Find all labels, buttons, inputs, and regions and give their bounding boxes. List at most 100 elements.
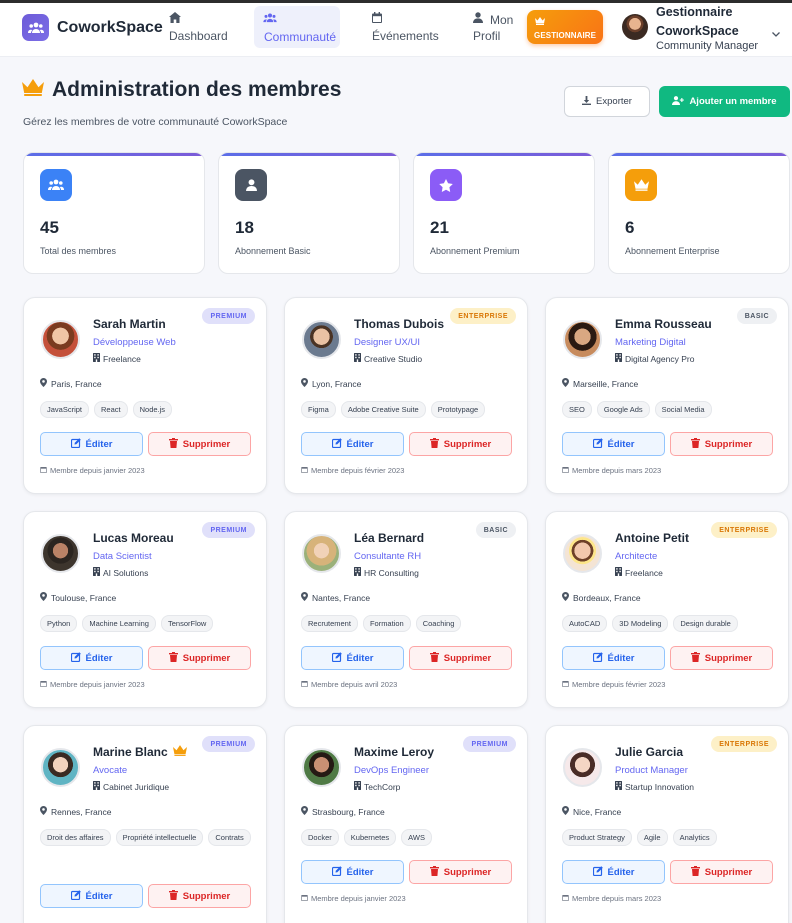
- nav-dashboard[interactable]: Dashboard: [162, 5, 236, 47]
- edit-button[interactable]: Éditer: [562, 646, 665, 670]
- chevron-down-icon[interactable]: [772, 24, 780, 42]
- member-name: Sarah Martin: [93, 317, 166, 331]
- plan-badge: PREMIUM: [463, 736, 516, 752]
- delete-button[interactable]: Supprimer: [670, 432, 773, 456]
- member-name-text: Julie Garcia: [615, 745, 684, 759]
- user-plus-icon: [672, 95, 685, 108]
- stat-value: 45: [40, 218, 59, 237]
- user-role: Community Manager: [656, 40, 759, 52]
- brand[interactable]: CoworkSpace: [22, 14, 163, 41]
- user-icon: [235, 169, 267, 201]
- skill-tags: Droit des affaires Propriété intellectuel…: [40, 829, 254, 846]
- member-company-text: AI Solutions: [103, 567, 149, 578]
- member-card: Lucas Moreau Data Scientist AI Solutions PR…: [23, 511, 267, 708]
- member-company-text: HR Consulting: [364, 567, 419, 578]
- plan-badge: ENTERPRISE: [711, 522, 777, 538]
- building-icon: [93, 781, 100, 792]
- users-icon: [263, 12, 277, 26]
- map-pin-icon: [301, 806, 308, 817]
- member-company: Freelance: [93, 353, 141, 364]
- edit-button-label: Éditer: [346, 438, 374, 450]
- member-role: Développeuse Web: [93, 337, 176, 348]
- building-icon: [354, 567, 361, 578]
- member-since: Membre depuis février 2023: [562, 680, 665, 689]
- member-since: Membre depuis janvier 2023: [40, 466, 145, 475]
- calendar-icon: [562, 466, 569, 475]
- trash-icon: [168, 651, 178, 665]
- stat-accent-bar: [219, 153, 399, 156]
- delete-button-label: Supprimer: [182, 652, 231, 664]
- delete-button-label: Supprimer: [443, 652, 492, 664]
- skill-tag: Recrutement: [301, 615, 358, 632]
- download-icon: [582, 95, 592, 108]
- delete-button[interactable]: Supprimer: [148, 432, 251, 456]
- export-button[interactable]: Exporter: [564, 86, 650, 117]
- edit-button[interactable]: Éditer: [301, 646, 404, 670]
- edit-button[interactable]: Éditer: [40, 646, 143, 670]
- delete-button[interactable]: Supprimer: [670, 860, 773, 884]
- edit-button[interactable]: Éditer: [562, 432, 665, 456]
- crown-icon: [22, 79, 44, 101]
- nav-community[interactable]: Communauté: [254, 6, 340, 48]
- trash-icon: [690, 437, 700, 451]
- delete-button[interactable]: Supprimer: [409, 860, 512, 884]
- member-name: Marine Blanc: [93, 745, 187, 759]
- member-since: Membre depuis février 2023: [301, 466, 404, 475]
- user-avatar[interactable]: [622, 14, 648, 40]
- skill-tag: Contrats: [208, 829, 251, 846]
- stat-value: 6: [625, 218, 635, 237]
- delete-button-label: Supprimer: [704, 866, 753, 878]
- member-company-text: Creative Studio: [364, 353, 423, 364]
- nav-profile-label-1: Mon: [490, 13, 514, 27]
- nav-events[interactable]: Événements: [364, 5, 444, 47]
- edit-button-label: Éditer: [607, 438, 635, 450]
- edit-button[interactable]: Éditer: [301, 432, 404, 456]
- member-company-text: Digital Agency Pro: [625, 353, 695, 364]
- member-name: Léa Bernard: [354, 531, 424, 545]
- edit-button[interactable]: Éditer: [40, 884, 143, 908]
- skill-tag: Product Strategy: [562, 829, 632, 846]
- member-location-text: Lyon, France: [312, 378, 362, 389]
- crown-icon: [535, 17, 545, 27]
- delete-button[interactable]: Supprimer: [148, 646, 251, 670]
- member-since-text: Membre depuis mars 2023: [572, 466, 662, 475]
- member-name-text: Antoine Petit: [615, 531, 689, 545]
- calendar-icon: [301, 466, 308, 475]
- users-icon: [22, 14, 49, 41]
- edit-icon: [70, 889, 81, 903]
- manager-badge: GESTIONNAIRE: [527, 10, 603, 44]
- add-member-button[interactable]: Ajouter un membre: [659, 86, 790, 117]
- delete-button[interactable]: Supprimer: [670, 646, 773, 670]
- edit-button-label: Éditer: [85, 438, 113, 450]
- plan-badge: ENTERPRISE: [450, 308, 516, 324]
- member-location-text: Marseille, France: [573, 378, 639, 389]
- stat-card-basic: 18 Abonnement Basic: [218, 152, 400, 274]
- delete-button[interactable]: Supprimer: [148, 884, 251, 908]
- calendar-icon: [562, 680, 569, 689]
- member-name: Maxime Leroy: [354, 745, 434, 759]
- member-avatar: [41, 534, 80, 573]
- edit-icon: [331, 865, 342, 879]
- member-location: Paris, France: [40, 378, 102, 389]
- stat-label: Abonnement Enterprise: [625, 246, 720, 256]
- member-card: Maxime Leroy DevOps Engineer TechCorp PREMI…: [284, 725, 528, 923]
- edit-button[interactable]: Éditer: [562, 860, 665, 884]
- user-name[interactable]: Gestionnaire CoworkSpace: [656, 3, 766, 41]
- member-role: Architecte: [615, 551, 658, 562]
- member-location-text: Nice, France: [573, 806, 622, 817]
- plan-badge: PREMIUM: [202, 308, 255, 324]
- member-role: DevOps Engineer: [354, 765, 429, 776]
- edit-button[interactable]: Éditer: [301, 860, 404, 884]
- member-since-text: Membre depuis avril 2023: [311, 680, 398, 689]
- skill-tag: Social Media: [654, 401, 712, 418]
- delete-button[interactable]: Supprimer: [409, 432, 512, 456]
- member-since-text: Membre depuis janvier 2023: [50, 466, 145, 475]
- calendar-icon: [372, 12, 382, 26]
- building-icon: [93, 353, 100, 364]
- delete-button[interactable]: Supprimer: [409, 646, 512, 670]
- nav-profile[interactable]: Mon Profil: [464, 5, 524, 47]
- top-navbar: CoworkSpace Dashboard Communauté Événeme…: [0, 3, 792, 57]
- edit-button[interactable]: Éditer: [40, 432, 143, 456]
- edit-icon: [70, 651, 81, 665]
- stat-card-enterprise: 6 Abonnement Enterprise: [608, 152, 790, 274]
